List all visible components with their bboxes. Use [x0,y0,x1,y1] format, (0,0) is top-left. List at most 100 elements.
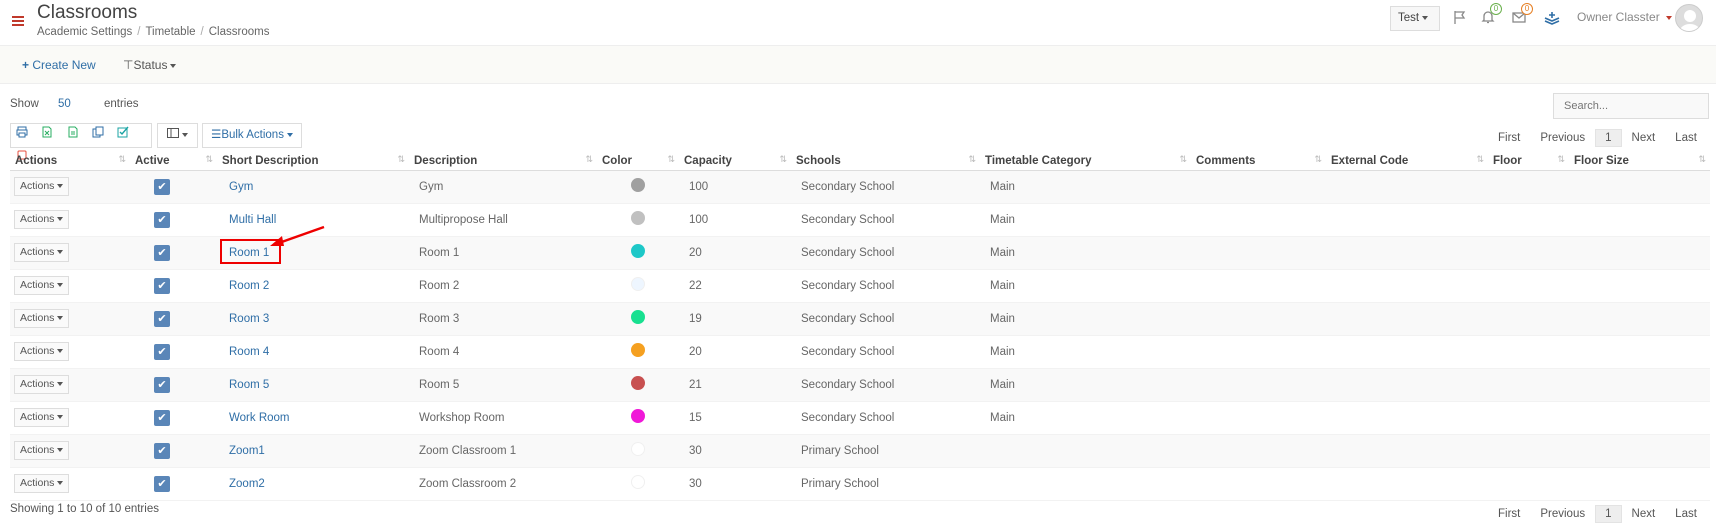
column-header[interactable]: Color ⇅ [597,152,679,171]
short-description-cell: Room 3 [217,302,409,336]
column-header[interactable]: Timetable Category ⇅ [980,152,1191,171]
short-description-cell: Zoom2 [217,467,409,501]
copy-icon[interactable] [87,124,109,147]
column-header[interactable]: Floor ⇅ [1488,152,1569,171]
classroom-link[interactable]: Room 2 [229,280,269,292]
school-cell: Secondary School [791,170,980,204]
classroom-link[interactable]: Work Room [229,412,290,424]
breadcrumb-timetable[interactable]: Timetable [145,26,195,38]
sort-icon[interactable]: ⇅ [205,154,213,165]
description-cell: Room 2 [409,269,597,303]
color-cell [597,170,679,204]
row-actions-button[interactable]: Actions [14,408,70,427]
row-actions-button[interactable]: Actions [14,441,70,460]
active-checkbox[interactable]: ✔ [154,211,170,228]
row-actions-button[interactable]: Actions [14,342,70,361]
mail-icon[interactable]: 0 [1511,3,1533,27]
column-header[interactable]: Floor Size ⇅ [1569,152,1710,171]
column-header[interactable]: Description ⇅ [409,152,597,171]
sort-icon[interactable]: ⇅ [968,154,976,165]
row-actions-button[interactable]: Actions [14,474,70,493]
color-cell [597,203,679,237]
row-actions-button[interactable]: Actions [14,375,70,394]
classroom-link[interactable]: Gym [229,181,253,193]
pager-next[interactable]: Next [1622,132,1666,144]
column-header[interactable]: External Code ⇅ [1326,152,1488,171]
school-selector-dropdown[interactable]: Test [1390,6,1440,31]
page-size-select[interactable]: 50 [58,98,71,110]
sort-icon[interactable]: ⇅ [1314,154,1322,165]
sort-icon[interactable]: ⇅ [1557,154,1565,165]
active-checkbox[interactable]: ✔ [154,343,170,360]
pager-previous[interactable]: Previous [1530,508,1595,520]
classroom-link[interactable]: Room 1 [220,238,281,264]
row-actions-button[interactable]: Actions [14,210,70,229]
active-checkbox[interactable]: ✔ [154,442,170,459]
pager-previous[interactable]: Previous [1530,132,1595,144]
status-filter-dropdown[interactable]: ⊤Status [123,58,177,72]
pager-last[interactable]: Last [1665,132,1707,144]
avatar[interactable] [1675,4,1703,32]
column-header[interactable]: Schools ⇅ [791,152,980,171]
pager-last[interactable]: Last [1665,508,1707,520]
actions-cell: Actions [10,269,130,303]
pager-current[interactable]: 1 [1595,505,1622,523]
pager-current[interactable]: 1 [1595,129,1622,147]
active-checkbox[interactable]: ✔ [154,178,170,195]
column-header[interactable]: Comments ⇅ [1191,152,1326,171]
column-header[interactable]: Active ⇅ [130,152,217,171]
sort-icon[interactable]: ⇅ [1698,154,1706,165]
comments-cell [1191,467,1326,501]
classroom-link[interactable]: Zoom2 [229,478,265,490]
column-header[interactable]: Short Description ⇅ [217,152,409,171]
column-header[interactable]: Actions ⇅ [10,152,130,171]
classroom-link[interactable]: Room 5 [229,379,269,391]
classroom-link[interactable]: Room 3 [229,313,269,325]
sort-icon[interactable]: ⇅ [1476,154,1484,165]
sort-icon[interactable]: ⇅ [585,154,593,165]
user-menu[interactable]: Owner Classter [1577,10,1673,24]
action-toolbar: + Create New ⊤Status [0,46,1716,84]
active-checkbox[interactable]: ✔ [154,244,170,261]
sort-icon[interactable]: ⇅ [118,154,126,165]
column-header[interactable]: Capacity ⇅ [679,152,791,171]
comments-cell [1191,269,1326,303]
column-visibility-button[interactable] [157,123,198,148]
menu-icon[interactable] [12,16,24,26]
row-actions-button[interactable]: Actions [14,177,70,196]
sort-icon[interactable]: ⇅ [779,154,787,165]
search-input[interactable] [1553,93,1709,119]
capacity-cell: 15 [679,401,791,435]
row-actions-label: Actions [20,444,55,456]
bulk-actions-button[interactable]: ☰Bulk Actions [202,123,302,148]
classroom-link[interactable]: Room 4 [229,346,269,358]
bell-icon[interactable]: 0 [1480,3,1502,27]
print-icon[interactable] [11,124,33,147]
comments-cell [1191,401,1326,435]
csv-export-icon[interactable] [62,124,84,147]
row-actions-button[interactable]: Actions [14,243,70,262]
classroom-link[interactable]: Zoom1 [229,445,265,457]
pager-first[interactable]: First [1488,508,1530,520]
active-checkbox[interactable]: ✔ [154,409,170,426]
active-checkbox[interactable]: ✔ [154,310,170,327]
flag-icon[interactable] [1452,9,1470,27]
timetable-category-cell: Main [980,335,1191,369]
row-actions-button[interactable]: Actions [14,276,70,295]
layers-icon[interactable] [1543,9,1561,27]
pager-first[interactable]: First [1488,132,1530,144]
row-actions-label: Actions [20,378,55,390]
sort-icon[interactable]: ⇅ [667,154,675,165]
excel-export-icon[interactable] [36,124,58,147]
active-checkbox[interactable]: ✔ [154,376,170,393]
sort-icon[interactable]: ⇅ [1179,154,1187,165]
row-actions-button[interactable]: Actions [14,309,70,328]
active-checkbox[interactable]: ✔ [154,475,170,492]
pager-next[interactable]: Next [1622,508,1666,520]
active-checkbox[interactable]: ✔ [154,277,170,294]
select-all-icon[interactable] [112,124,134,147]
create-new-button[interactable]: + Create New [22,58,96,72]
breadcrumb-academic-settings[interactable]: Academic Settings [37,26,132,38]
active-cell: ✔ [130,401,217,435]
sort-icon[interactable]: ⇅ [397,154,405,165]
